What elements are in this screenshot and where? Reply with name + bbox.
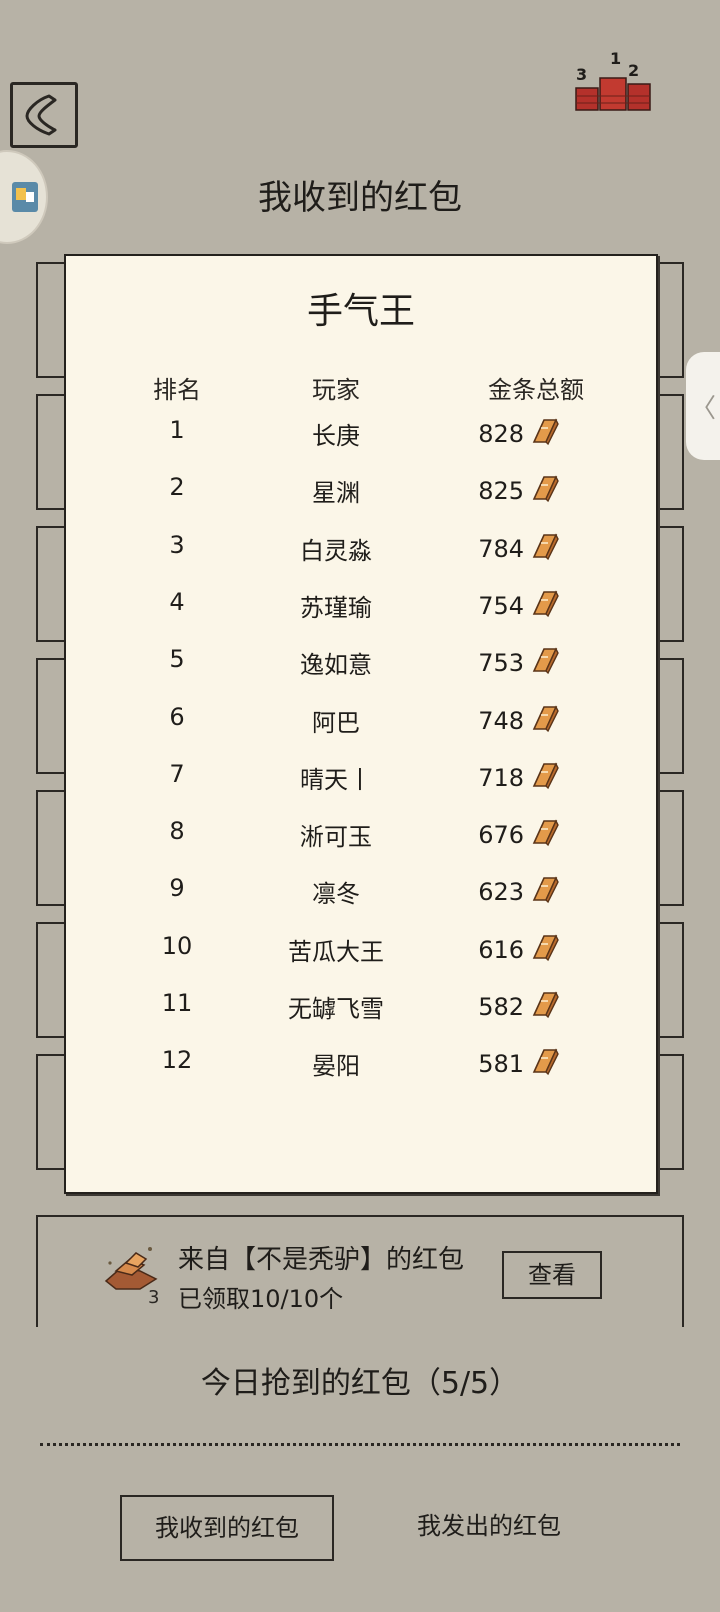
divider <box>40 1443 680 1446</box>
gold-bar-icon <box>530 588 560 624</box>
gold-amount: 718 <box>478 763 524 792</box>
gold-amount: 581 <box>478 1050 524 1079</box>
gold-amount: 582 <box>478 993 524 1021</box>
column-header-gold: 金条总额 <box>488 376 584 404</box>
rank-cell: 7 <box>169 759 185 788</box>
edge-pull-tab[interactable]: 〈 <box>686 352 720 460</box>
player-name: 凛冬 <box>312 880 360 909</box>
podium-digit: 1 <box>610 50 621 68</box>
gold-amount: 748 <box>478 706 524 735</box>
leaderboard-row: 4 苏瑾瑜 754 <box>66 588 660 628</box>
gold-amount: 784 <box>478 534 524 563</box>
red-packet-card: 3 来自【不是秃驴】的红包 已领取10/10个 查看 <box>36 1215 684 1327</box>
leaderboard-panel: 手气王 排名 玩家 金条总额 1 长庚 828 2 星渊 825 3 白灵淼 784 4 苏瑾瑜 75… <box>64 254 658 1194</box>
gold-cell: 582 <box>476 989 606 1025</box>
rank-cell: 2 <box>169 473 185 502</box>
rank-cell: 4 <box>169 587 185 616</box>
player-name: 白灵淼 <box>300 536 372 565</box>
gold-amount: 623 <box>478 878 524 907</box>
back-arrow-icon <box>25 94 57 136</box>
packet-sender: 来自【不是秃驴】的红包 <box>178 1245 465 1275</box>
tab-sent[interactable]: 我发出的红包 <box>382 1495 596 1561</box>
player-name: 苏瑾瑜 <box>300 593 372 622</box>
gold-cell: 718 <box>476 760 606 796</box>
ranking-podium-icon: 3 1 2 <box>575 49 651 111</box>
rank-cell: 1 <box>169 416 185 444</box>
ranking-button[interactable]: 3 1 2 <box>574 49 654 116</box>
gold-cell: 623 <box>476 874 606 910</box>
rank-cell: 8 <box>169 817 185 846</box>
gold-amount: 754 <box>478 591 524 620</box>
leaderboard-row: 11 无罅飞雪 582 <box>66 989 660 1029</box>
gold-bar-icon <box>530 760 560 796</box>
gold-bar-icon <box>530 703 560 739</box>
back-button[interactable] <box>10 82 78 148</box>
leaderboard-row: 2 星渊 825 <box>66 473 660 513</box>
gold-amount: 616 <box>478 935 524 964</box>
podium-digit: 2 <box>628 61 639 80</box>
leaderboard-row: 3 白灵淼 784 <box>66 531 660 571</box>
gold-bar-icon <box>530 416 560 452</box>
gold-bar-icon <box>530 989 560 1025</box>
podium-digit: 3 <box>576 65 587 84</box>
packet-status: 已领取10/10个 <box>178 1285 344 1313</box>
player-name: 晏阳 <box>312 1052 360 1081</box>
rank-cell: 9 <box>169 874 185 903</box>
page-title: 我收到的红包 <box>258 178 462 218</box>
gold-amount: 676 <box>478 821 524 850</box>
gold-bar-icon <box>530 645 560 681</box>
gold-amount: 825 <box>478 477 524 506</box>
leaderboard-title: 手气王 <box>306 291 415 332</box>
player-name: 无罅飞雪 <box>288 995 384 1023</box>
tab-received[interactable]: 我收到的红包 <box>120 1495 334 1561</box>
player-name: 苦瓜大王 <box>288 937 384 966</box>
gold-bar-icon <box>530 817 560 853</box>
gold-pile-icon <box>104 1247 158 1290</box>
gold-bar-icon <box>530 874 560 910</box>
player-name: 淅可玉 <box>300 823 372 852</box>
gold-bar-icon <box>530 473 560 509</box>
packet-count: 3 <box>148 1287 160 1308</box>
gold-cell: 825 <box>476 473 606 509</box>
gold-cell: 581 <box>476 1046 606 1082</box>
gold-bar-icon <box>530 1046 560 1082</box>
column-header-rank: 排名 <box>153 376 201 404</box>
leaderboard-row: 7 晴天丨 718 <box>66 760 660 800</box>
rank-cell: 10 <box>161 931 193 960</box>
gold-cell: 784 <box>476 531 606 567</box>
leaderboard-row: 5 逸如意 753 <box>66 645 660 685</box>
gold-bar-icon <box>530 531 560 567</box>
rank-cell: 5 <box>169 645 185 674</box>
leaderboard-row: 1 长庚 828 <box>66 416 660 456</box>
column-header-player: 玩家 <box>312 376 360 404</box>
chevron-left-icon: 〈 <box>689 393 716 424</box>
gold-amount: 753 <box>478 649 524 678</box>
gold-cell: 753 <box>476 645 606 681</box>
view-button[interactable]: 查看 <box>502 1251 602 1299</box>
gold-cell: 748 <box>476 703 606 739</box>
player-name: 晴天丨 <box>300 765 372 794</box>
rank-cell: 11 <box>161 989 193 1017</box>
leaderboard-row: 9 凛冬 623 <box>66 874 660 914</box>
leaderboard-row: 10 苦瓜大王 616 <box>66 932 660 972</box>
gold-cell: 828 <box>476 416 606 452</box>
leaderboard-row: 8 淅可玉 676 <box>66 817 660 857</box>
gold-cell: 676 <box>476 817 606 853</box>
leaderboard-row: 12 晏阳 581 <box>66 1046 660 1086</box>
rank-cell: 12 <box>161 1046 193 1075</box>
gold-bar-icon <box>530 932 560 968</box>
today-summary: 今日抢到的红包（5/5） <box>200 1366 520 1401</box>
gold-cell: 754 <box>476 588 606 624</box>
player-name: 逸如意 <box>300 651 372 680</box>
leaderboard-row: 6 阿巴 748 <box>66 703 660 743</box>
gold-amount: 828 <box>478 420 524 448</box>
player-name: 星渊 <box>312 479 360 508</box>
player-name: 阿巴 <box>312 708 360 737</box>
player-name: 长庚 <box>312 422 360 450</box>
rank-cell: 6 <box>169 702 185 731</box>
gold-cell: 616 <box>476 932 606 968</box>
rank-cell: 3 <box>169 530 185 559</box>
red-packet-page: 3 1 2 我收到的红包 〈 手气王 排名 玩家 金条总额 1 长庚 828 2 星渊 8… <box>0 0 720 1612</box>
